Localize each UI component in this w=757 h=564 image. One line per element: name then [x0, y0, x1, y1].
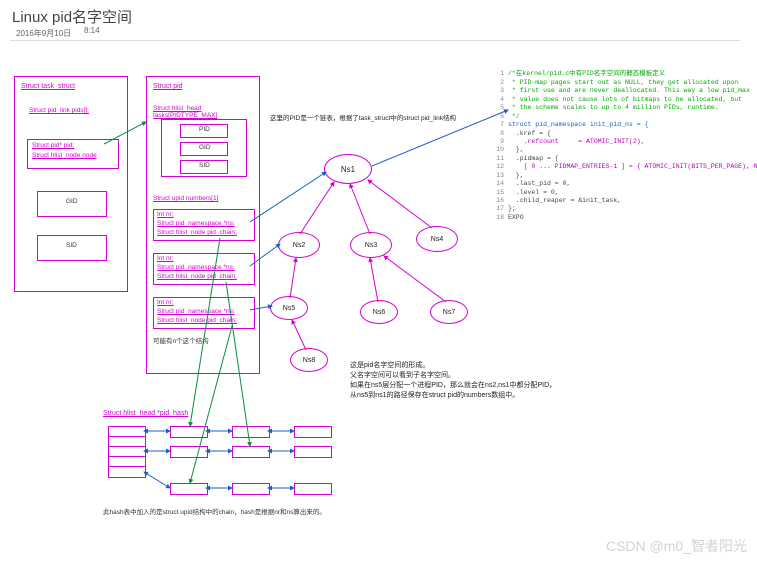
hash-label: Struct hlist_head *pid_hash: [103, 410, 188, 417]
hash-node: [294, 483, 332, 495]
upid-block-1: Int nr; Struct pid_namespace *ns; Struct…: [153, 253, 255, 285]
hlist-node-label: Struct hlist_node node: [32, 152, 97, 159]
tree-caption-4: 从ns5到ns1的路径保存在struct pid的numbers数组中。: [350, 390, 519, 400]
hash-bucket: [108, 466, 146, 478]
ns8-node: Ns8: [290, 348, 328, 372]
ns3-node: Ns3: [350, 232, 392, 258]
pid-field-label: Struct pid* pid;: [32, 142, 74, 149]
sid-label: SID: [66, 242, 77, 249]
struct-pid-label: Struct pid: [153, 83, 183, 90]
hash-node: [170, 426, 208, 438]
hash-footer: 此hash表中加入的是struct upid结构中的chain，hash是根据n…: [103, 506, 326, 516]
upid-block-2: Int nr; Struct pid_namespace *ns; Struct…: [153, 297, 255, 329]
task-struct-box: Struct task_struct Struct pid_link pids[…: [14, 76, 128, 292]
struct-pid-note: 这里的PID是一个链表，根据了task_struct中的struct pid_l…: [270, 112, 456, 122]
hash-node: [232, 446, 270, 458]
sid-box: SID: [37, 235, 107, 261]
upid-block-0: Int nr; Struct pid_namespace *ns; Struct…: [153, 209, 255, 241]
upid-footer: 可能有n个这个结构: [153, 335, 209, 345]
ns6-node: Ns6: [360, 300, 398, 324]
hash-node: [170, 446, 208, 458]
upid-numbers-label: Struct upid numbers[1]: [153, 195, 218, 202]
tree-caption-3: 如果在ns5层分配一个进程PID，那么就会在ns2,ns1中都分配PID，: [350, 380, 556, 390]
pid-link-label: Struct pid_link pids[];: [29, 107, 89, 114]
sid-cell: SID: [180, 160, 228, 174]
gid-cell: GID: [180, 142, 228, 156]
ns4-node: Ns4: [416, 226, 458, 252]
page-time: 8:14: [84, 26, 100, 35]
ns2-node: Ns2: [278, 232, 320, 258]
task-struct-label: Struct task_struct: [21, 83, 75, 90]
hash-node: [294, 446, 332, 458]
hash-node: [170, 483, 208, 495]
pidtype-inner: PID GID SID: [161, 119, 247, 177]
page-date: 2016年9月10日: [16, 28, 71, 39]
ns1-node: Ns1: [324, 154, 372, 184]
pid-field-box: Struct pid* pid; Struct hlist_node node: [27, 139, 119, 169]
page-title: Linux pid名字空间: [12, 6, 132, 27]
ns5-node: Ns5: [270, 296, 308, 320]
pid-cell: PID: [180, 124, 228, 138]
gid-label: GID: [66, 198, 78, 205]
tree-caption-2: 父名字空间可以看到子名字空间。: [350, 370, 455, 380]
watermark: CSDN @m0_智者阳光: [606, 536, 747, 556]
code-block: 1/*在kernel/pid.c中有PID名字空间的静态模板定义 2 * PID…: [492, 62, 752, 231]
ns7-node: Ns7: [430, 300, 468, 324]
hlist-head-label: Struct hlist_head tasks[PIDTYPE_MAX]: [153, 105, 259, 119]
struct-pid-box: Struct pid Struct hlist_head tasks[PIDTY…: [146, 76, 260, 374]
gid-box: GID: [37, 191, 107, 217]
hash-node: [294, 426, 332, 438]
hash-node: [232, 483, 270, 495]
hash-node: [232, 426, 270, 438]
tree-caption-1: 这是pid名字空间的形成。: [350, 360, 429, 370]
